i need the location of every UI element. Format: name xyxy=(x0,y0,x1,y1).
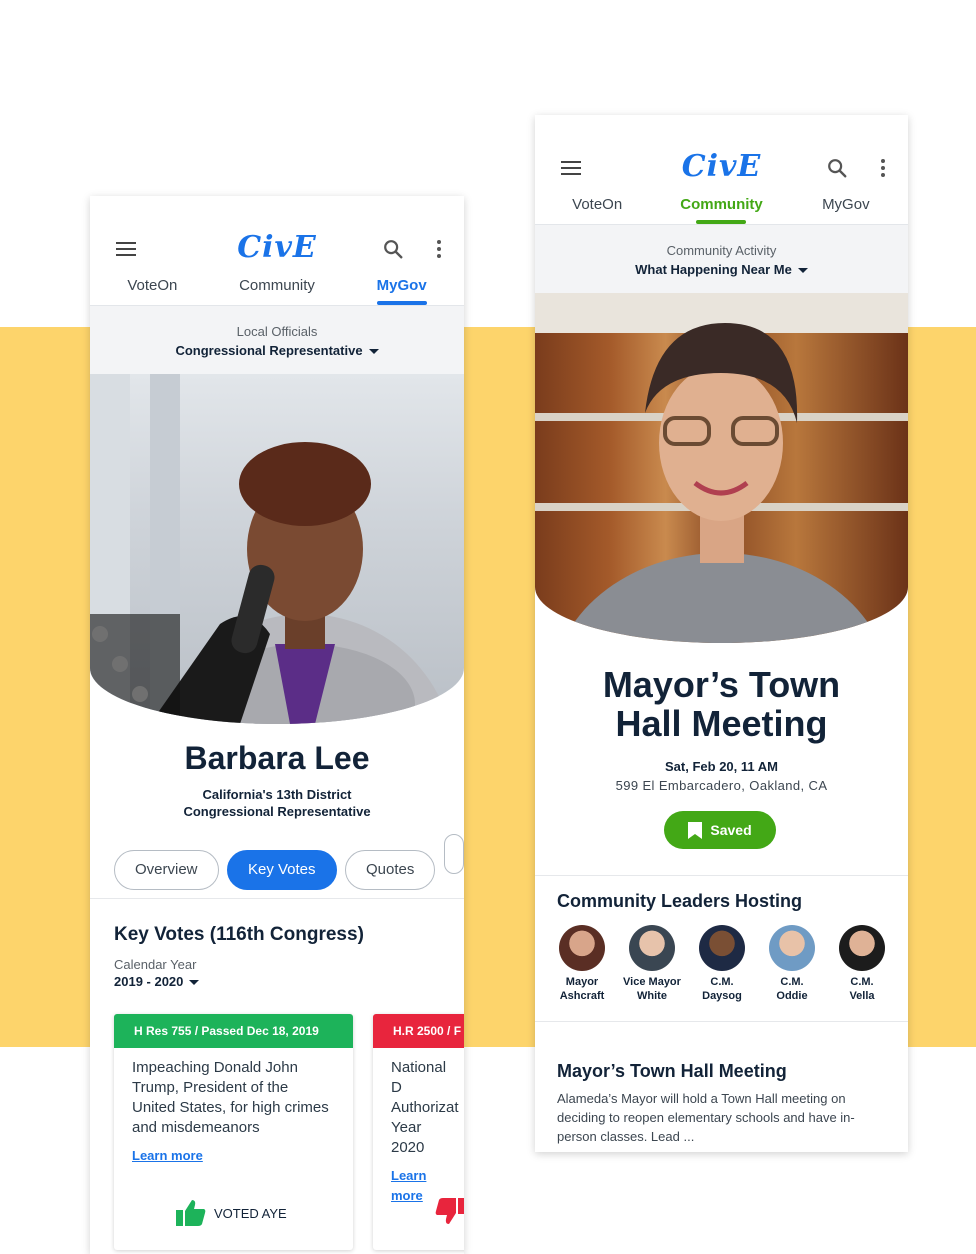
app-bar: CivE VoteOn Community MyGov xyxy=(90,196,464,306)
official-type-dropdown[interactable]: Congressional Representative xyxy=(90,343,464,358)
caret-down-icon xyxy=(368,349,379,355)
divider xyxy=(90,898,464,899)
activity-filter: Community Activity What Happening Near M… xyxy=(535,225,908,293)
divider xyxy=(535,875,908,876)
caret-down-icon xyxy=(797,268,808,274)
app-logo: CivE xyxy=(681,149,762,184)
leader-item[interactable]: C.M. Oddie xyxy=(762,925,822,1003)
tab-mygov[interactable]: MyGov xyxy=(784,190,908,224)
learn-more-link[interactable]: Learn more xyxy=(132,1146,203,1166)
saved-label: Saved xyxy=(710,822,752,838)
leader-name: Ashcraft xyxy=(559,990,605,1002)
leader-name: White xyxy=(637,990,667,1002)
vote-card-header: H Res 755 / Passed Dec 18, 2019 xyxy=(114,1014,353,1048)
event-date: Sat, Feb 20, 11 AM xyxy=(665,759,778,774)
event-address: 599 El Embarcadero, Oakland, CA xyxy=(615,778,828,793)
pill-key-votes[interactable]: Key Votes xyxy=(226,850,337,890)
more-vertical-icon[interactable] xyxy=(436,240,442,260)
leader-title: C.M. xyxy=(780,976,804,988)
leaders-title: Community Leaders Hosting xyxy=(557,891,803,911)
event-title: Mayor’s Town Hall Meeting xyxy=(535,665,908,743)
leader-title: Vice Mayor xyxy=(623,976,681,988)
official-district: California's 13th District xyxy=(202,787,352,802)
tab-bar: VoteOn Community MyGov xyxy=(535,190,908,224)
tab-voteon[interactable]: VoteOn xyxy=(90,271,215,305)
official-photo xyxy=(90,374,464,724)
tab-voteon[interactable]: VoteOn xyxy=(535,190,659,224)
bookmark-icon xyxy=(688,821,703,839)
tab-mygov[interactable]: MyGov xyxy=(339,271,464,305)
avatar xyxy=(769,925,815,971)
search-icon[interactable] xyxy=(382,238,404,260)
dropdown-label: What Happening Near Me xyxy=(635,262,792,277)
activity-dropdown[interactable]: What Happening Near Me xyxy=(535,262,908,277)
leader-item[interactable]: C.M. Vella xyxy=(832,925,892,1003)
filter-caption: Local Officials xyxy=(236,324,318,339)
dropdown-label: Congressional Representative xyxy=(175,343,363,358)
thumbs-down-icon xyxy=(435,1198,464,1224)
vote-description: National D Authorizat Year 2020 xyxy=(391,1059,459,1156)
vote-result: VOTED AYE xyxy=(176,1200,287,1226)
vote-description: Impeaching Donald John Trump, President … xyxy=(132,1059,329,1136)
vote-card: H Res 755 / Passed Dec 18, 2019 Impeachi… xyxy=(114,1014,353,1250)
app-logo: CivE xyxy=(237,230,317,265)
caret-down-icon xyxy=(189,980,200,986)
tab-bar: VoteOn Community MyGov xyxy=(90,271,464,305)
post-excerpt: Alameda’s Mayor will hold a Town Hall me… xyxy=(557,1091,855,1144)
vote-card: H.R 2500 / F National D Authorizat Year … xyxy=(373,1014,464,1250)
thumbs-up-icon xyxy=(176,1200,206,1226)
leader-title: C.M. xyxy=(850,976,874,988)
pill-quotes[interactable]: Quotes xyxy=(344,850,436,890)
avatar xyxy=(839,925,885,971)
avatar xyxy=(559,925,605,971)
leader-name: Daysog xyxy=(702,990,742,1002)
phone-screen-mygov: CivE VoteOn Community MyGov Local Offici… xyxy=(90,196,464,1254)
pill-more[interactable] xyxy=(443,834,464,874)
leader-item[interactable]: Vice Mayor White xyxy=(622,925,682,1003)
tab-community[interactable]: Community xyxy=(659,190,783,224)
calendar-year-dropdown[interactable]: 2019 - 2020 xyxy=(114,974,200,989)
pill-overview[interactable]: Overview xyxy=(114,850,219,890)
app-bar: CivE VoteOn Community MyGov xyxy=(535,115,908,225)
leader-title: Mayor xyxy=(565,976,599,988)
phone-screen-community: CivE VoteOn Community MyGov Community Ac… xyxy=(535,115,908,1152)
vote-result-label: VOTED AYE xyxy=(214,1205,287,1221)
leader-item[interactable]: Mayor Ashcraft xyxy=(552,925,612,1003)
calendar-year-value: 2019 - 2020 xyxy=(114,974,184,989)
divider xyxy=(535,1021,908,1022)
event-photo xyxy=(535,293,908,643)
event-title-line: Mayor’s Town xyxy=(602,664,841,705)
leader-name: Oddie xyxy=(776,990,808,1002)
key-votes-title: Key Votes (116th Congress) xyxy=(114,924,364,945)
officials-filter: Local Officials Congressional Representa… xyxy=(90,306,464,374)
post-title: Mayor’s Town Hall Meeting xyxy=(557,1061,787,1081)
leader-item[interactable]: C.M. Daysog xyxy=(692,925,752,1003)
saved-button[interactable]: Saved xyxy=(664,811,776,849)
avatar xyxy=(629,925,675,971)
mayor-portrait-illustration xyxy=(535,293,908,643)
event-title-line: Hall Meeting xyxy=(615,703,828,744)
vote-card-header: H.R 2500 / F xyxy=(373,1014,464,1048)
more-vertical-icon[interactable] xyxy=(880,159,886,179)
search-icon[interactable] xyxy=(826,157,848,179)
tab-community[interactable]: Community xyxy=(215,271,340,305)
calendar-caption: Calendar Year xyxy=(114,957,197,972)
filter-caption: Community Activity xyxy=(666,243,777,258)
leader-name: Vella xyxy=(849,990,875,1002)
profile-tabs: Overview Key Votes Quotes xyxy=(114,834,464,890)
official-name: Barbara Lee xyxy=(184,740,370,776)
official-role: Congressional Representative xyxy=(183,804,371,819)
avatar xyxy=(699,925,745,971)
official-portrait-illustration xyxy=(90,374,450,724)
leader-title: C.M. xyxy=(710,976,734,988)
